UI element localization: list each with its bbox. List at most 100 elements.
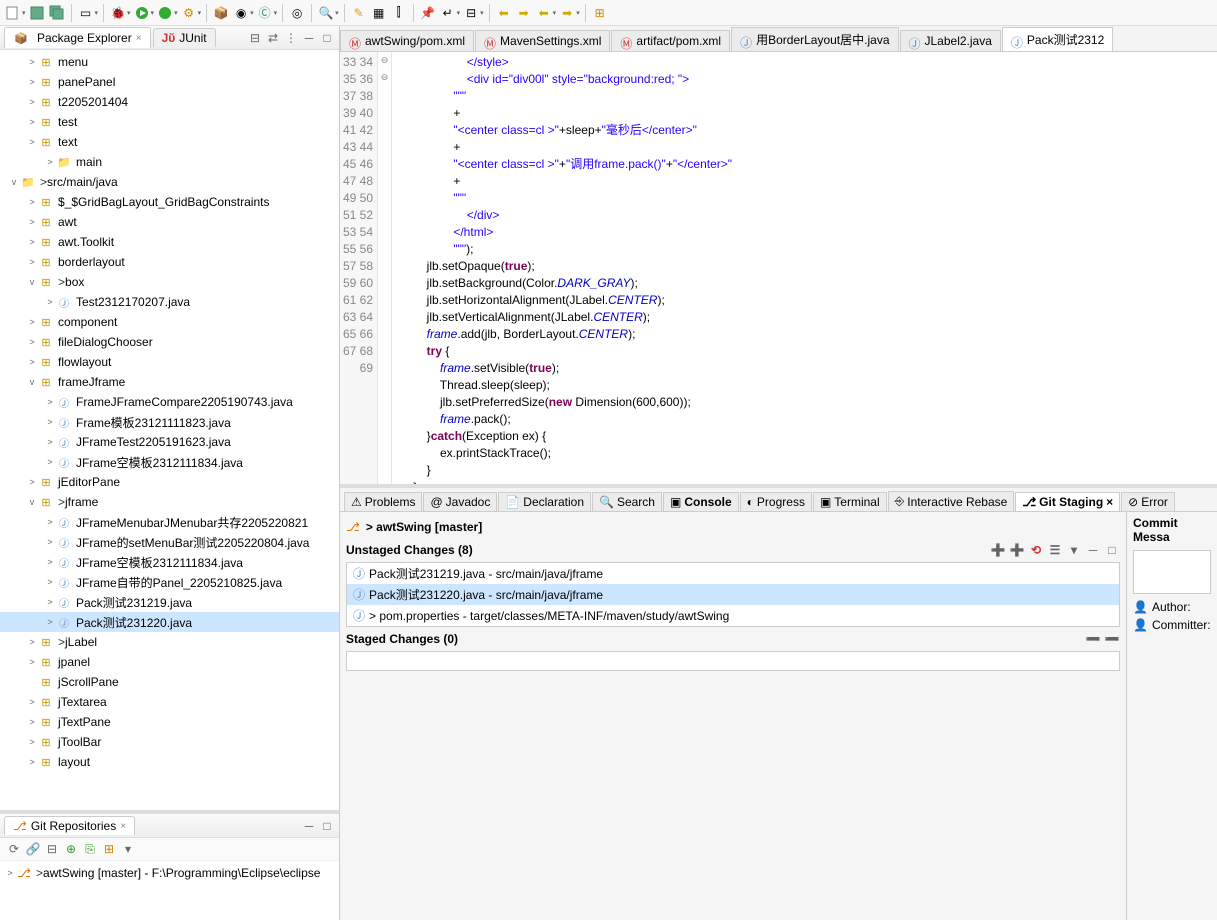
expand-icon[interactable]: >: [44, 157, 56, 167]
bottom-tab-search[interactable]: 🔍Search: [592, 492, 662, 511]
expand-icon[interactable]: >: [44, 617, 56, 627]
expand-icon[interactable]: >: [26, 477, 38, 487]
show-whitespace-icon[interactable]: ⫿: [390, 4, 408, 22]
presentation-icon[interactable]: ☰: [1047, 542, 1063, 558]
collapse-all-icon[interactable]: ⊟: [247, 30, 263, 46]
tree-item[interactable]: >ⒿFrameJFrameCompare2205190743.java: [0, 392, 339, 412]
open-type-icon[interactable]: ◎: [288, 4, 306, 22]
staged-changes-list[interactable]: [346, 651, 1120, 671]
code-editor[interactable]: 33 34 35 36 37 38 39 40 41 42 43 44 45 4…: [340, 52, 1217, 484]
perspective-icon[interactable]: ⊞: [591, 4, 609, 22]
bottom-tab-progress[interactable]: ◐Progress: [740, 492, 812, 511]
create-repo-icon[interactable]: ⊞: [101, 841, 117, 857]
tree-item[interactable]: v📁> src/main/java: [0, 172, 339, 192]
expand-icon[interactable]: >: [26, 317, 38, 327]
bottom-tab-terminal[interactable]: ▣Terminal: [813, 492, 887, 511]
tree-item[interactable]: >⊞test: [0, 112, 339, 132]
minimize-icon[interactable]: ─: [301, 818, 317, 834]
tree-item[interactable]: >ⒿJFrame空模板2312111834.java: [0, 452, 339, 472]
bottom-tab-declaration[interactable]: 📄Declaration: [498, 492, 591, 511]
editor-tab[interactable]: Ⓜartifact/pom.xml: [611, 30, 730, 51]
tree-item[interactable]: >ⒿFrame模板23121111823.java: [0, 412, 339, 432]
tree-item[interactable]: >ⒿTest2312170207.java: [0, 292, 339, 312]
expand-icon[interactable]: >: [26, 237, 38, 247]
expand-icon[interactable]: >: [26, 217, 38, 227]
expand-icon[interactable]: >: [44, 537, 56, 547]
more-icon[interactable]: ▾: [120, 841, 136, 857]
tree-item[interactable]: v⊞> jframe: [0, 492, 339, 512]
tree-item[interactable]: >⊞jEditorPane: [0, 472, 339, 492]
editor-tab[interactable]: ⓂMavenSettings.xml: [475, 30, 610, 51]
tree-item[interactable]: >⊞borderlayout: [0, 252, 339, 272]
close-icon[interactable]: ×: [136, 33, 142, 44]
expand-icon[interactable]: >: [26, 697, 38, 707]
tree-item[interactable]: >⊞jToolBar: [0, 732, 339, 752]
expand-icon[interactable]: >: [44, 397, 56, 407]
maximize-icon[interactable]: □: [319, 30, 335, 46]
tree-item[interactable]: >⊞jpanel: [0, 652, 339, 672]
expand-icon[interactable]: >: [26, 337, 38, 347]
search-icon[interactable]: 🔍: [317, 4, 335, 22]
bottom-tab-problems[interactable]: ⚠Problems: [344, 492, 422, 511]
expand-icon[interactable]: v: [8, 177, 20, 187]
bottom-tab-error[interactable]: ⊘Error: [1121, 492, 1175, 511]
expand-icon[interactable]: >: [26, 77, 38, 87]
bottom-tab-console[interactable]: ▣Console: [663, 492, 739, 511]
expand-icon[interactable]: >: [44, 457, 56, 467]
last-edit-icon[interactable]: ⬅: [535, 4, 553, 22]
tab-junit[interactable]: Jῠ JUnit: [153, 28, 216, 47]
unstage-icon[interactable]: ➖: [1085, 631, 1101, 647]
toggle-mark-icon[interactable]: ✎: [350, 4, 368, 22]
expand-icon[interactable]: >: [44, 557, 56, 567]
tree-item[interactable]: >⊞text: [0, 132, 339, 152]
tree-item[interactable]: >ⒿPack测试231219.java: [0, 592, 339, 612]
save-icon[interactable]: [28, 4, 46, 22]
bottom-tab-git-staging[interactable]: ⎇Git Staging×: [1015, 492, 1120, 511]
view-menu-icon[interactable]: ⋮: [283, 30, 299, 46]
stage-all-icon[interactable]: ➕: [1009, 542, 1025, 558]
expand-icon[interactable]: >: [44, 517, 56, 527]
refresh-icon[interactable]: ⟳: [6, 841, 22, 857]
bottom-tab-javadoc[interactable]: @Javadoc: [423, 492, 497, 511]
expand-icon[interactable]: >: [44, 597, 56, 607]
unstaged-changes-list[interactable]: ⒿPack测试231219.java - src/main/java/jfram…: [346, 562, 1120, 627]
expand-icon[interactable]: >: [26, 257, 38, 267]
bottom-tab-interactive-rebase[interactable]: ⎆Interactive Rebase: [888, 491, 1015, 511]
editor-tab[interactable]: Ⓙ用BorderLayout居中.java: [731, 27, 898, 51]
tree-item[interactable]: >ⒿJFrameTest2205191623.java: [0, 432, 339, 452]
tree-item[interactable]: >⊞menu: [0, 52, 339, 72]
expand-icon[interactable]: >: [26, 717, 38, 727]
back-icon[interactable]: ⬅: [495, 4, 513, 22]
close-icon[interactable]: ×: [1106, 495, 1113, 509]
expand-icon[interactable]: >: [26, 737, 38, 747]
expand-icon[interactable]: v: [26, 377, 38, 387]
expand-icon[interactable]: >: [26, 757, 38, 767]
stage-icon[interactable]: ➕: [990, 542, 1006, 558]
tree-item[interactable]: >ⒿJFrame的setMenuBar测试2205220804.java: [0, 532, 339, 552]
expand-icon[interactable]: >: [26, 197, 38, 207]
close-icon[interactable]: ×: [120, 821, 126, 832]
pin-icon[interactable]: 📌: [419, 4, 437, 22]
tree-item[interactable]: >⊞panePanel: [0, 72, 339, 92]
link-editor-icon[interactable]: ⇄: [265, 30, 281, 46]
save-all-icon[interactable]: [48, 4, 66, 22]
tree-item[interactable]: >⊞awt.Toolkit: [0, 232, 339, 252]
expand-icon[interactable]: >: [26, 137, 38, 147]
run-last-icon[interactable]: ⚙: [180, 4, 198, 22]
add-repo-icon[interactable]: ⊕: [63, 841, 79, 857]
block-select-icon[interactable]: ▦: [370, 4, 388, 22]
new-package-icon[interactable]: 📦: [212, 4, 230, 22]
min-icon[interactable]: ─: [1085, 542, 1101, 558]
expand-icon[interactable]: >: [26, 117, 38, 127]
new-type-icon[interactable]: ◉: [232, 4, 250, 22]
unstaged-change-row[interactable]: ⒿPack测试231220.java - src/main/java/jfram…: [347, 584, 1119, 605]
git-repo-item[interactable]: > ⎇ > awtSwing [master] - F:\Programming…: [0, 863, 339, 883]
link-icon[interactable]: 🔗: [25, 841, 41, 857]
toggle-breadcrumb-icon[interactable]: ▭: [77, 4, 95, 22]
tree-item[interactable]: >ⒿPack测试231220.java: [0, 612, 339, 632]
tab-git-repositories[interactable]: ⎇ Git Repositories ×: [4, 816, 135, 835]
clone-icon[interactable]: ⎘: [82, 841, 98, 857]
tree-item[interactable]: >⊞awt: [0, 212, 339, 232]
tree-item[interactable]: >⊞jTextPane: [0, 712, 339, 732]
expand-icon[interactable]: >: [44, 437, 56, 447]
